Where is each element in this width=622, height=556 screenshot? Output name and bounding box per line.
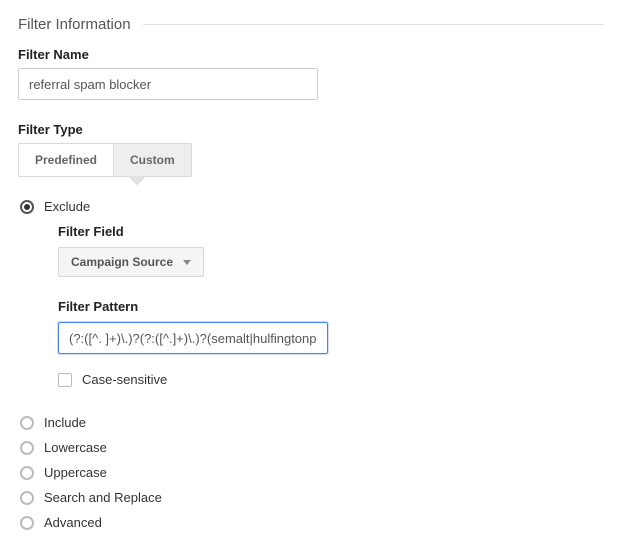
filter-field-value: Campaign Source	[71, 255, 173, 269]
option-lowercase-row: Lowercase	[20, 440, 604, 455]
tab-custom[interactable]: Custom	[113, 144, 191, 176]
radio-advanced[interactable]	[20, 516, 34, 530]
option-uppercase-label: Uppercase	[44, 465, 107, 480]
option-include-label: Include	[44, 415, 86, 430]
radio-search-replace[interactable]	[20, 491, 34, 505]
chevron-down-icon	[129, 176, 145, 184]
filter-name-input[interactable]	[18, 68, 318, 100]
filter-type-label: Filter Type	[18, 122, 604, 137]
option-uppercase-row: Uppercase	[20, 465, 604, 480]
exclude-settings: Filter Field Campaign Source Filter Patt…	[58, 224, 604, 387]
filter-type-tabs: Predefined Custom	[18, 143, 192, 177]
divider-line	[143, 24, 604, 25]
section-header: Filter Information	[18, 16, 604, 33]
option-include-row: Include	[20, 415, 604, 430]
filter-pattern-input[interactable]	[58, 322, 328, 354]
radio-uppercase[interactable]	[20, 466, 34, 480]
filter-pattern-label: Filter Pattern	[58, 299, 604, 314]
tab-predefined[interactable]: Predefined	[19, 144, 113, 176]
radio-include[interactable]	[20, 416, 34, 430]
option-search-replace-row: Search and Replace	[20, 490, 604, 505]
radio-exclude[interactable]	[20, 200, 34, 214]
filter-field-dropdown[interactable]: Campaign Source	[58, 247, 204, 277]
case-sensitive-row: Case-sensitive	[58, 372, 604, 387]
chevron-down-icon	[183, 260, 191, 265]
option-search-replace-label: Search and Replace	[44, 490, 162, 505]
custom-filter-options: Exclude Filter Field Campaign Source Fil…	[18, 199, 604, 530]
option-advanced-row: Advanced	[20, 515, 604, 530]
option-lowercase-label: Lowercase	[44, 440, 107, 455]
option-exclude-row: Exclude	[20, 199, 604, 214]
option-advanced-label: Advanced	[44, 515, 102, 530]
case-sensitive-label: Case-sensitive	[82, 372, 167, 387]
option-exclude-label: Exclude	[44, 199, 90, 214]
filter-name-label: Filter Name	[18, 47, 604, 62]
section-title: Filter Information	[18, 16, 131, 33]
radio-lowercase[interactable]	[20, 441, 34, 455]
case-sensitive-checkbox[interactable]	[58, 373, 72, 387]
filter-field-label: Filter Field	[58, 224, 604, 239]
